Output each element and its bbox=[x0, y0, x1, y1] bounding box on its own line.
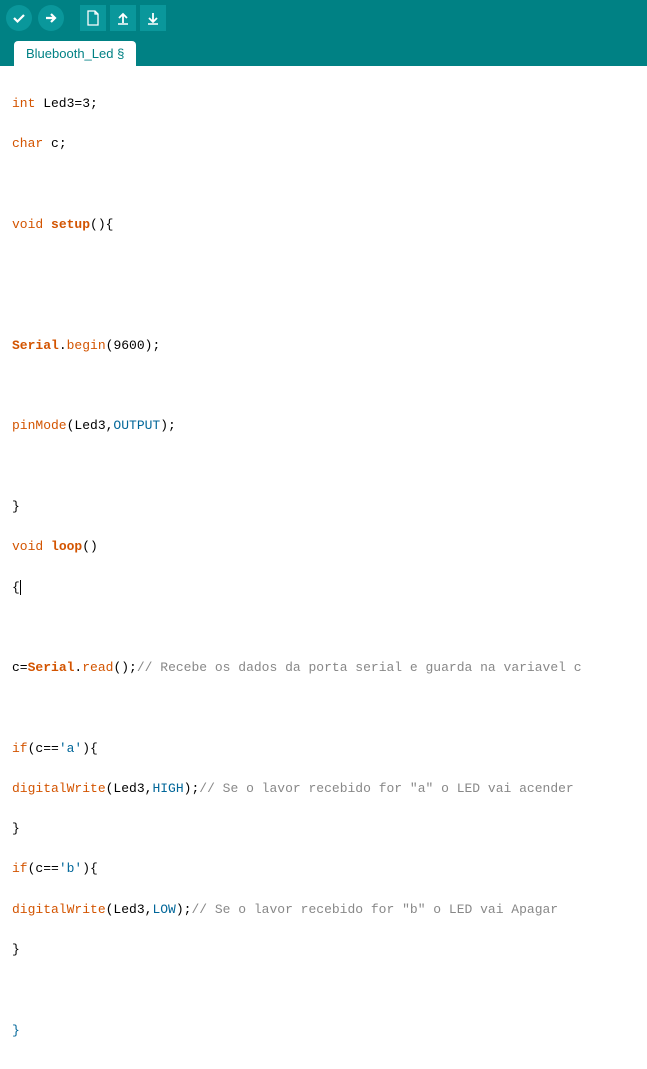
arrow-right-icon bbox=[44, 11, 58, 25]
open-button[interactable] bbox=[110, 5, 136, 31]
code-line bbox=[12, 618, 635, 638]
code-line bbox=[12, 698, 635, 718]
code-line: { bbox=[12, 578, 635, 598]
code-line bbox=[12, 296, 635, 316]
code-line: } bbox=[12, 497, 635, 517]
code-line: } bbox=[12, 940, 635, 960]
code-line: void loop() bbox=[12, 537, 635, 557]
code-line: int Led3=3; bbox=[12, 94, 635, 114]
tab-bar: Bluebooth_Led § bbox=[0, 36, 647, 66]
code-line bbox=[12, 175, 635, 195]
code-line bbox=[12, 376, 635, 396]
code-line: pinMode(Led3,OUTPUT); bbox=[12, 416, 635, 436]
code-line: digitalWrite(Led3,HIGH);// Se o lavor re… bbox=[12, 779, 635, 799]
upload-button[interactable] bbox=[38, 5, 64, 31]
code-line: digitalWrite(Led3,LOW);// Se o lavor rec… bbox=[12, 900, 635, 920]
code-line: Serial.begin(9600); bbox=[12, 336, 635, 356]
code-line: } bbox=[12, 819, 635, 839]
code-line: if(c=='b'){ bbox=[12, 859, 635, 879]
check-icon bbox=[12, 11, 26, 25]
code-line: c=Serial.read();// Recebe os dados da po… bbox=[12, 658, 635, 678]
code-line bbox=[12, 980, 635, 1000]
code-line: if(c=='a'){ bbox=[12, 739, 635, 759]
arrow-up-icon bbox=[116, 11, 130, 25]
verify-button[interactable] bbox=[6, 5, 32, 31]
code-line: } bbox=[12, 1021, 635, 1041]
code-line: char c; bbox=[12, 134, 635, 154]
arrow-down-icon bbox=[146, 11, 160, 25]
tab-sketch[interactable]: Bluebooth_Led § bbox=[14, 41, 136, 66]
new-button[interactable] bbox=[80, 5, 106, 31]
toolbar bbox=[0, 0, 647, 36]
code-line bbox=[12, 255, 635, 275]
code-line: void setup(){ bbox=[12, 215, 635, 235]
document-icon bbox=[86, 10, 100, 26]
save-button[interactable] bbox=[140, 5, 166, 31]
code-editor[interactable]: int Led3=3; char c; void setup(){ Serial… bbox=[0, 66, 647, 1069]
file-buttons bbox=[80, 5, 166, 31]
tab-label: Bluebooth_Led § bbox=[26, 46, 124, 61]
code-line bbox=[12, 457, 635, 477]
